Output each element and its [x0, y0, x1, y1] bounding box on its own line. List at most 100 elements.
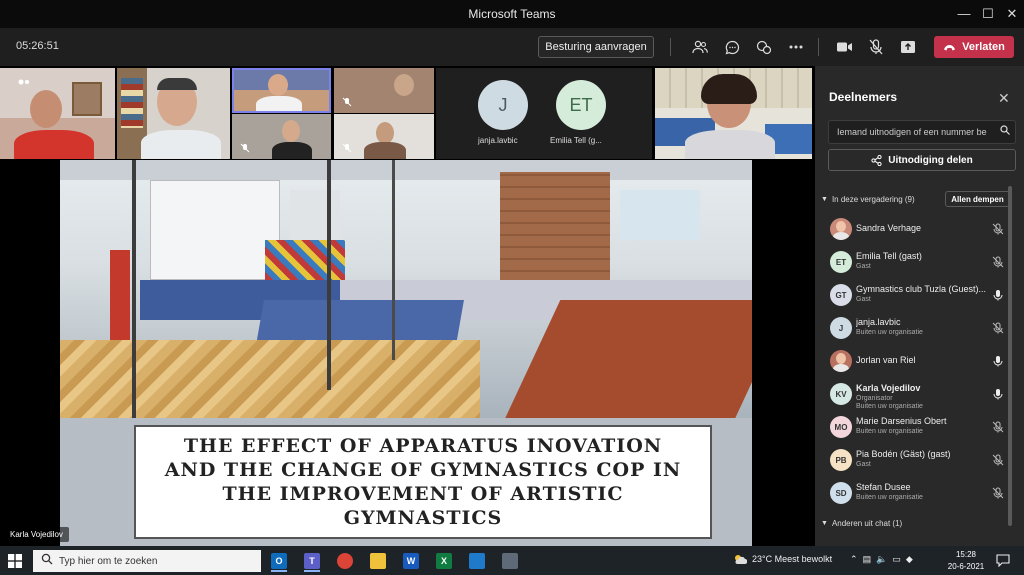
photos-icon[interactable] — [465, 550, 489, 572]
participant-row[interactable]: MO Marie Darsenius Obert Buiten uw organis… — [815, 411, 1024, 443]
participant-role: Gast — [856, 461, 871, 468]
climbing-wall — [500, 172, 610, 282]
participant-row[interactable]: Jorlan van Riel — [815, 345, 1024, 377]
participant-role: Gast — [856, 296, 871, 303]
avatar[interactable]: J — [478, 80, 528, 130]
word-icon[interactable]: W — [399, 550, 423, 572]
panel-title: Deelnemers — [829, 90, 898, 104]
participant-row[interactable]: GT Gymnastics club Tuzla (Guest)... Gast — [815, 279, 1024, 311]
active-indicator — [304, 570, 320, 572]
taskbar-search-input[interactable]: Typ hier om te zoeken — [33, 550, 261, 572]
outlook-icon[interactable]: O — [267, 550, 291, 572]
participant-role: Buiten uw organisatie — [856, 494, 923, 501]
foam-pit — [60, 340, 480, 418]
camera-icon[interactable] — [834, 37, 854, 57]
more-icon[interactable] — [786, 37, 806, 57]
share-invite-button[interactable]: Uitnodiging delen — [828, 149, 1016, 171]
mic-off-icon[interactable] — [992, 453, 1004, 466]
video-tile[interactable] — [334, 114, 434, 159]
network-icon: ▤ — [862, 554, 872, 564]
avatar[interactable]: PB — [830, 449, 852, 471]
system-tray-icons[interactable]: ⌃ ▤ 🔈 ▭ ◆ — [850, 554, 913, 565]
app-glyph: W — [403, 553, 419, 569]
mic-off-icon[interactable] — [866, 37, 886, 57]
participant-row[interactable]: KV Karla Vojedilov Organisator Buiten uw or… — [815, 378, 1024, 410]
video-tile[interactable] — [334, 68, 434, 113]
participant-row[interactable]: PB Pia Bodén (Gäst) (gast) Gast — [815, 444, 1024, 476]
apparatus-pad — [110, 250, 130, 340]
mic-icon[interactable] — [992, 354, 1004, 367]
participants-panel: Deelnemers ✕ Iemand uitnodigen of een nu… — [815, 66, 1024, 546]
mic-off-icon[interactable] — [992, 486, 1004, 499]
avatar[interactable] — [830, 350, 852, 372]
participant-row[interactable]: Sandra Verhage — [815, 213, 1024, 245]
window — [150, 180, 280, 280]
meeting-stage: J janja.lavbic ET Emilia Tell (g... THE … — [0, 66, 815, 546]
chrome-icon[interactable] — [333, 550, 357, 572]
close-window-icon[interactable]: ✕ — [1004, 6, 1020, 22]
chat-icon[interactable] — [722, 37, 742, 57]
taskbar-clock[interactable]: 15:28 20-6-2021 — [946, 549, 986, 573]
notification-icon[interactable] — [996, 553, 1010, 572]
reactions-icon[interactable] — [754, 37, 774, 57]
video-tile-active-speaker[interactable] — [232, 68, 331, 113]
close-icon[interactable]: ✕ — [998, 90, 1010, 107]
mic-off-icon — [240, 140, 250, 153]
participant-row[interactable]: ET Emilia Tell (gast) Gast — [815, 246, 1024, 278]
dropbox-icon: ◆ — [905, 554, 913, 564]
avatar[interactable]: KV — [830, 383, 852, 405]
avatar[interactable]: GT — [830, 284, 852, 306]
app-glyph: T — [304, 553, 320, 569]
participant-row[interactable]: SD Stefan Dusee Buiten uw organisatie — [815, 477, 1024, 509]
presenter-name-label: Karla Vojedilov — [4, 527, 69, 542]
video-tile[interactable] — [117, 68, 230, 159]
mute-all-button[interactable]: Allen dempen — [945, 191, 1010, 207]
teams-icon[interactable]: T — [300, 550, 324, 572]
participant-name: Gymnastics club Tuzla (Guest)... — [856, 284, 987, 294]
avatar[interactable] — [830, 218, 852, 240]
mic-icon[interactable] — [992, 288, 1004, 301]
mic-icon[interactable] — [992, 387, 1004, 400]
app-glyph — [370, 553, 386, 569]
mic-off-icon — [342, 94, 352, 107]
in-meeting-section-header[interactable]: ▼ In deze vergadering (9) — [821, 195, 915, 204]
mic-off-icon[interactable] — [992, 255, 1004, 268]
avatar[interactable]: MO — [830, 416, 852, 438]
excel-icon[interactable]: X — [432, 550, 456, 572]
chevron-down-icon: ▼ — [821, 196, 828, 203]
request-control-button[interactable]: Besturing aanvragen — [538, 36, 654, 58]
video-tile[interactable] — [655, 68, 812, 159]
windows-start-icon[interactable] — [8, 554, 22, 568]
file-explorer-icon[interactable] — [366, 550, 390, 572]
share-screen-icon[interactable] — [898, 37, 918, 57]
weather-icon[interactable] — [733, 553, 748, 567]
slide-photo — [60, 160, 752, 418]
avatar[interactable]: J — [830, 317, 852, 339]
avatar[interactable]: ET — [556, 80, 606, 130]
people-icon[interactable] — [690, 37, 710, 57]
video-tile[interactable] — [0, 68, 115, 159]
scrollbar[interactable] — [1008, 186, 1012, 526]
app-glyph — [337, 553, 353, 569]
mic-off-icon[interactable] — [992, 420, 1004, 433]
chevron-up-icon: ⌃ — [850, 554, 858, 564]
minimize-icon[interactable]: — — [956, 6, 972, 21]
slide-title: THE EFFECT OF APPARATUS INOVATION AND TH… — [164, 435, 682, 529]
weather-text[interactable]: 23°C Meest bewolkt — [752, 554, 832, 564]
participant-video — [376, 122, 394, 144]
divider — [818, 38, 819, 56]
participant-row[interactable]: Jjanja.lavbic Buiten uw organisatie — [815, 312, 1024, 344]
others-from-chat-section-header[interactable]: ▼ Anderen uit chat (1) — [821, 519, 902, 528]
leave-button[interactable]: Verlaten — [934, 36, 1014, 58]
share-icon — [871, 154, 882, 166]
mic-off-icon[interactable] — [992, 321, 1004, 334]
avatar[interactable]: SD — [830, 482, 852, 504]
avatar[interactable]: ET — [830, 251, 852, 273]
maximize-icon[interactable]: ☐ — [980, 6, 996, 22]
video-tile[interactable] — [232, 114, 331, 159]
participant-name: Stefan Dusee — [856, 482, 911, 492]
calculator-icon[interactable] — [498, 550, 522, 572]
invite-search-input[interactable]: Iemand uitnodigen of een nummer be — [828, 120, 1016, 144]
participant-role: Buiten uw organisatie — [856, 329, 923, 336]
mic-off-icon[interactable] — [992, 222, 1004, 235]
